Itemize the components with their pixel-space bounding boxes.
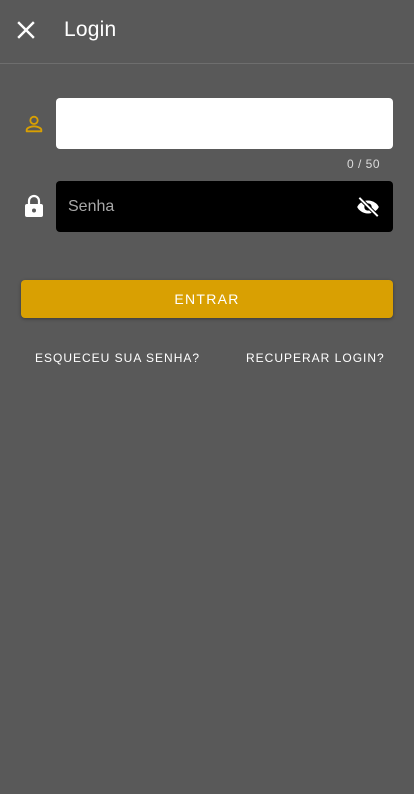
enter-button[interactable]: ENTRAR	[21, 280, 393, 318]
lock-icon	[22, 194, 46, 218]
recover-login-link[interactable]: RECUPERAR LOGIN?	[246, 350, 385, 366]
forgot-password-link[interactable]: ESQUECEU SUA SENHA?	[35, 350, 200, 366]
visibility-off-icon	[357, 196, 380, 218]
person-outline-icon	[22, 112, 46, 136]
login-input[interactable]	[56, 98, 393, 149]
character-counter: 0 / 50	[346, 157, 380, 171]
app-bar: Login	[0, 0, 414, 64]
close-button[interactable]	[12, 16, 40, 44]
password-field	[56, 181, 393, 232]
toggle-password-visibility-button[interactable]	[355, 194, 381, 220]
password-input[interactable]	[56, 181, 346, 232]
page-title: Login	[64, 18, 117, 41]
close-icon	[17, 21, 35, 39]
